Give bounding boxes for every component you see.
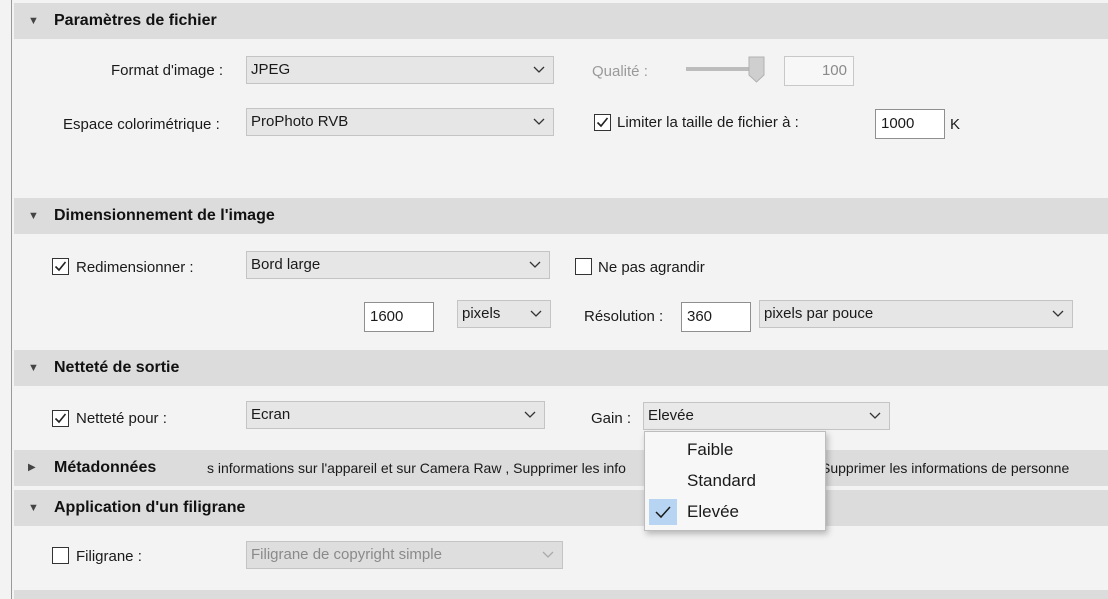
next-section-header (14, 590, 1108, 599)
format-select-value: JPEG (251, 61, 291, 78)
section-header-watermark[interactable]: ▼ Application d'un filigrane (14, 490, 1108, 526)
section-header-output-sharpening[interactable]: ▼ Netteté de sortie (14, 350, 1108, 386)
menu-item-label: Faible (687, 440, 734, 459)
checkmark-icon (54, 413, 67, 424)
sharpen-label: Netteté pour : (76, 410, 167, 427)
expand-triangle-icon[interactable]: ▼ (28, 3, 39, 39)
sharpen-checkbox[interactable] (52, 410, 69, 427)
checkmark-icon (54, 261, 67, 272)
format-select[interactable]: JPEG (246, 56, 554, 84)
colorspace-select[interactable]: ProPhoto RVB (246, 108, 554, 136)
section-title: Métadonnées (54, 459, 157, 476)
gain-option-elevee[interactable]: Elevée (645, 497, 823, 527)
resize-label: Redimensionner : (76, 259, 194, 276)
colorspace-label: Espace colorimétrique : (63, 116, 220, 133)
no-enlarge-checkbox[interactable] (575, 258, 592, 275)
checkmark-icon (655, 506, 671, 519)
gain-option-standard[interactable]: Standard (645, 466, 823, 496)
section-title: Application d'un filigrane (54, 499, 246, 516)
chevron-down-icon (529, 261, 541, 268)
resolution-field[interactable]: 360 (681, 302, 751, 332)
limit-size-label: Limiter la taille de fichier à : (617, 114, 799, 131)
section-title: Netteté de sortie (54, 359, 180, 376)
quality-field[interactable]: 100 (784, 56, 854, 86)
gain-label: Gain : (591, 410, 632, 427)
no-enlarge-label: Ne pas agrandir (598, 259, 705, 276)
gain-select[interactable]: Elevée (643, 402, 890, 430)
watermark-select[interactable]: Filigrane de copyright simple (246, 541, 563, 569)
gain-option-faible[interactable]: Faible (645, 435, 823, 465)
chevron-down-icon (533, 66, 545, 73)
resolution-label: Résolution : (584, 308, 664, 325)
resolution-unit-value: pixels par pouce (764, 305, 874, 322)
watermark-checkbox[interactable] (52, 547, 69, 564)
resolution-unit-select[interactable]: pixels par pouce (759, 300, 1073, 328)
section-title: Paramètres de fichier (54, 12, 217, 29)
sharpen-for-value: Ecran (251, 406, 291, 423)
gain-dropdown-menu: Faible Standard Elevée (644, 431, 826, 531)
section-header-image-sizing[interactable]: ▼ Dimensionnement de l'image (14, 198, 1108, 234)
quality-slider-fill (686, 67, 750, 71)
size-unit-value: pixels (462, 305, 501, 322)
resize-mode-select[interactable]: Bord large (246, 251, 550, 279)
collapsed-triangle-icon[interactable]: ▶ (28, 450, 36, 486)
metadata-summary: s informations sur l'appareil et sur Cam… (207, 460, 626, 476)
chevron-down-icon (524, 411, 536, 418)
panel-left-border (11, 0, 12, 599)
limit-size-field[interactable]: 1000 (875, 109, 945, 139)
format-label: Format d'image : (111, 62, 224, 79)
quality-label: Qualité : (592, 63, 648, 80)
chevron-down-icon (869, 412, 881, 419)
colorspace-select-value: ProPhoto RVB (251, 113, 349, 130)
watermark-label: Filigrane : (76, 548, 142, 565)
limit-size-checkbox[interactable] (594, 114, 611, 131)
metadata-summary-right: Supprimer les informations de personne (821, 460, 1070, 476)
sharpen-for-select[interactable]: Ecran (246, 401, 545, 429)
checkmark-icon (596, 117, 609, 128)
menu-item-label: Elevée (687, 502, 739, 521)
selected-indicator (649, 499, 677, 525)
quality-slider-thumb[interactable] (748, 56, 766, 84)
limit-size-unit: K (950, 116, 961, 133)
gain-select-value: Elevée (648, 407, 694, 424)
section-title: Dimensionnement de l'image (54, 207, 275, 224)
expand-triangle-icon[interactable]: ▼ (28, 198, 39, 234)
section-header-metadata[interactable]: ▶ Métadonnées s informations sur l'appar… (14, 450, 1108, 486)
chevron-down-icon (533, 118, 545, 125)
resize-mode-value: Bord large (251, 256, 321, 273)
chevron-down-icon (1052, 310, 1064, 317)
resize-checkbox[interactable] (52, 258, 69, 275)
menu-item-label: Standard (687, 471, 756, 490)
chevron-down-icon (530, 310, 542, 317)
watermark-select-value: Filigrane de copyright simple (251, 546, 442, 563)
size-unit-select[interactable]: pixels (457, 300, 551, 328)
section-header-file-settings[interactable]: ▼ Paramètres de fichier (14, 3, 1108, 39)
chevron-down-icon (542, 551, 554, 558)
size-field[interactable]: 1600 (364, 302, 434, 332)
expand-triangle-icon[interactable]: ▼ (28, 490, 39, 526)
expand-triangle-icon[interactable]: ▼ (28, 350, 39, 386)
